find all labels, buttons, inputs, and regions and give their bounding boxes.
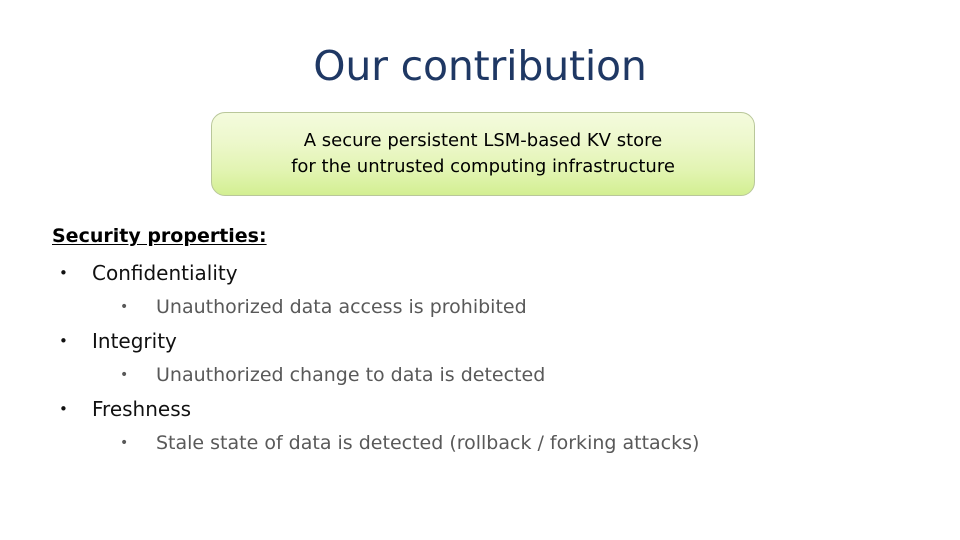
sub-bullet-confidentiality-detail: • Unauthorized data access is prohibited xyxy=(52,290,912,324)
callout-line-2: for the untrusted computing infrastructu… xyxy=(291,156,675,177)
callout-line-1: A secure persistent LSM-based KV store xyxy=(303,130,663,151)
bullet-confidentiality: • Confidentiality xyxy=(52,256,912,290)
bullet-point-icon: • xyxy=(59,332,68,350)
bullet-integrity: • Integrity xyxy=(52,324,912,358)
contribution-callout-box: A secure persistent LSM-based KV store f… xyxy=(211,112,755,196)
sub-bullet-point-icon: • xyxy=(120,367,129,383)
sub-bullet-freshness-detail: • Stale state of data is detected (rollb… xyxy=(52,426,912,460)
property-group-confidentiality: • Confidentiality • Unauthorized data ac… xyxy=(52,256,912,324)
sub-bullet-label: Stale state of data is detected (rollbac… xyxy=(156,432,700,454)
sub-bullet-point-icon: • xyxy=(120,435,129,451)
presentation-slide: Our contribution A secure persistent LSM… xyxy=(0,0,960,540)
bullet-point-icon: • xyxy=(59,264,68,282)
page-title: Our contribution xyxy=(313,42,647,90)
bullet-point-icon: • xyxy=(59,400,68,418)
sub-bullet-label: Unauthorized data access is prohibited xyxy=(156,296,527,318)
bullet-freshness: • Freshness xyxy=(52,392,912,426)
bullet-label: Freshness xyxy=(92,397,192,421)
bullet-label: Confidentiality xyxy=(92,261,238,285)
bullet-label: Integrity xyxy=(92,329,177,353)
property-group-integrity: • Integrity • Unauthorized change to dat… xyxy=(52,324,912,392)
property-group-freshness: • Freshness • Stale state of data is det… xyxy=(52,392,912,460)
sub-bullet-point-icon: • xyxy=(120,299,129,315)
security-properties-heading: Security properties: xyxy=(52,225,267,247)
sub-bullet-integrity-detail: • Unauthorized change to data is detecte… xyxy=(52,358,912,392)
security-properties-block: Security properties: • Confidentiality •… xyxy=(52,222,912,460)
sub-bullet-label: Unauthorized change to data is detected xyxy=(156,364,546,386)
